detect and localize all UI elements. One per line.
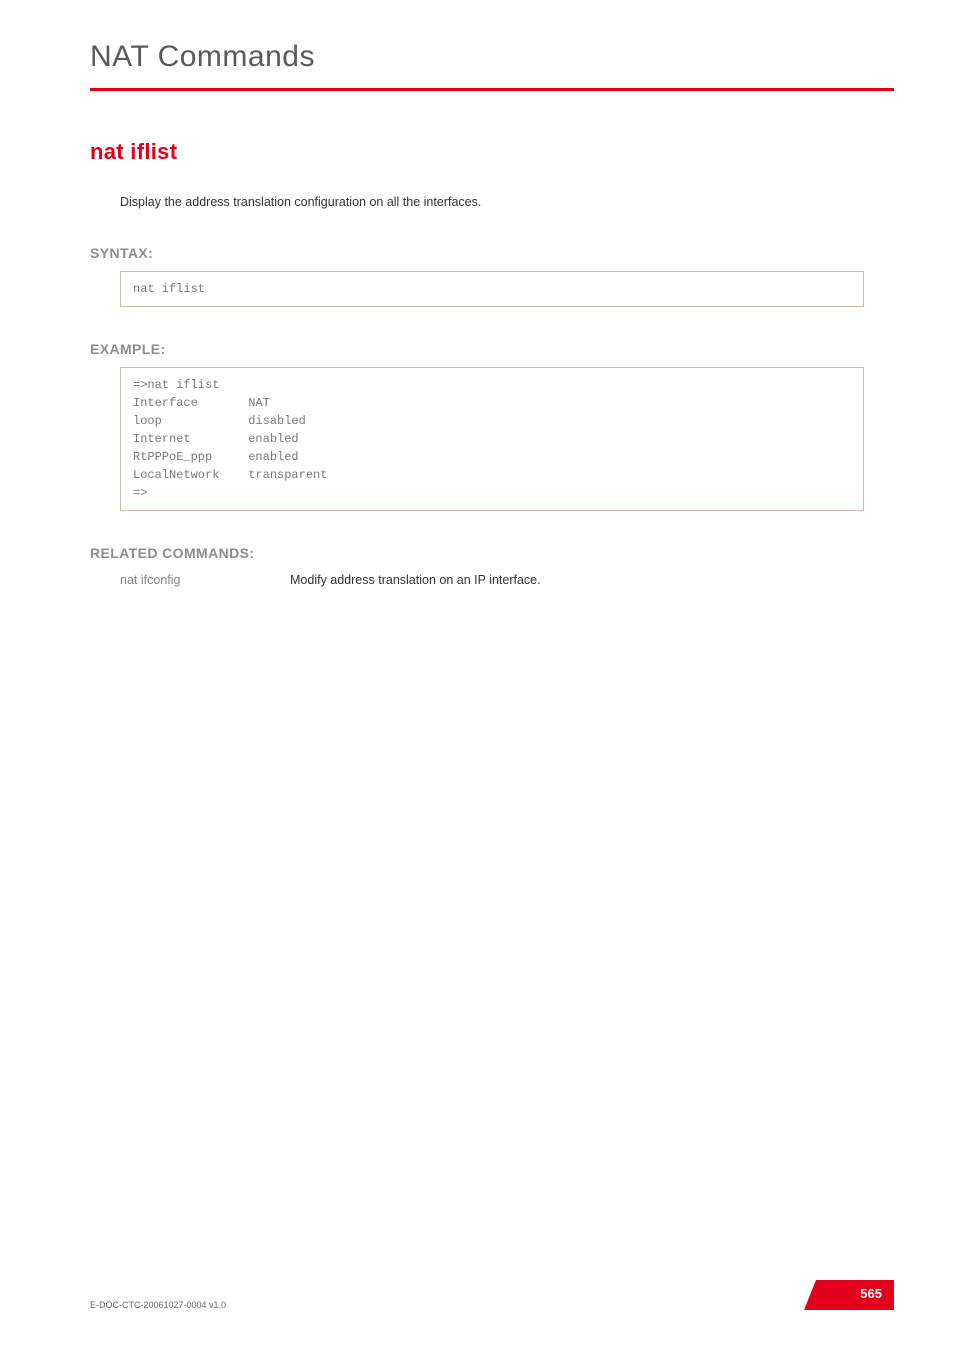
command-title: nat iflist	[90, 139, 864, 165]
command-description: Display the address translation configur…	[120, 195, 864, 209]
related-command-description: Modify address translation on an IP inte…	[290, 571, 541, 589]
page-number-badge: 565	[804, 1280, 894, 1310]
syntax-heading: SYNTAX:	[90, 245, 864, 261]
document-id: E-DOC-CTC-20061027-0004 v1.0	[90, 1300, 226, 1310]
related-commands-section: RELATED COMMANDS: nat ifconfig Modify ad…	[90, 545, 864, 589]
example-heading: EXAMPLE:	[90, 341, 864, 357]
syntax-section: SYNTAX: nat iflist	[90, 245, 864, 307]
syntax-code: nat iflist	[120, 271, 864, 307]
table-row: nat ifconfig Modify address translation …	[120, 571, 541, 589]
related-heading: RELATED COMMANDS:	[90, 545, 864, 561]
page-title: NAT Commands	[0, 0, 954, 88]
content-area: nat iflist Display the address translati…	[0, 91, 954, 589]
example-code: =>nat iflist Interface NAT loop disabled…	[120, 367, 864, 511]
page-footer: E-DOC-CTC-20061027-0004 v1.0 565	[90, 1280, 894, 1310]
page-number: 565	[860, 1286, 882, 1301]
related-command-name: nat ifconfig	[120, 571, 290, 589]
example-section: EXAMPLE: =>nat iflist Interface NAT loop…	[90, 341, 864, 511]
related-commands-table: nat ifconfig Modify address translation …	[120, 571, 541, 589]
